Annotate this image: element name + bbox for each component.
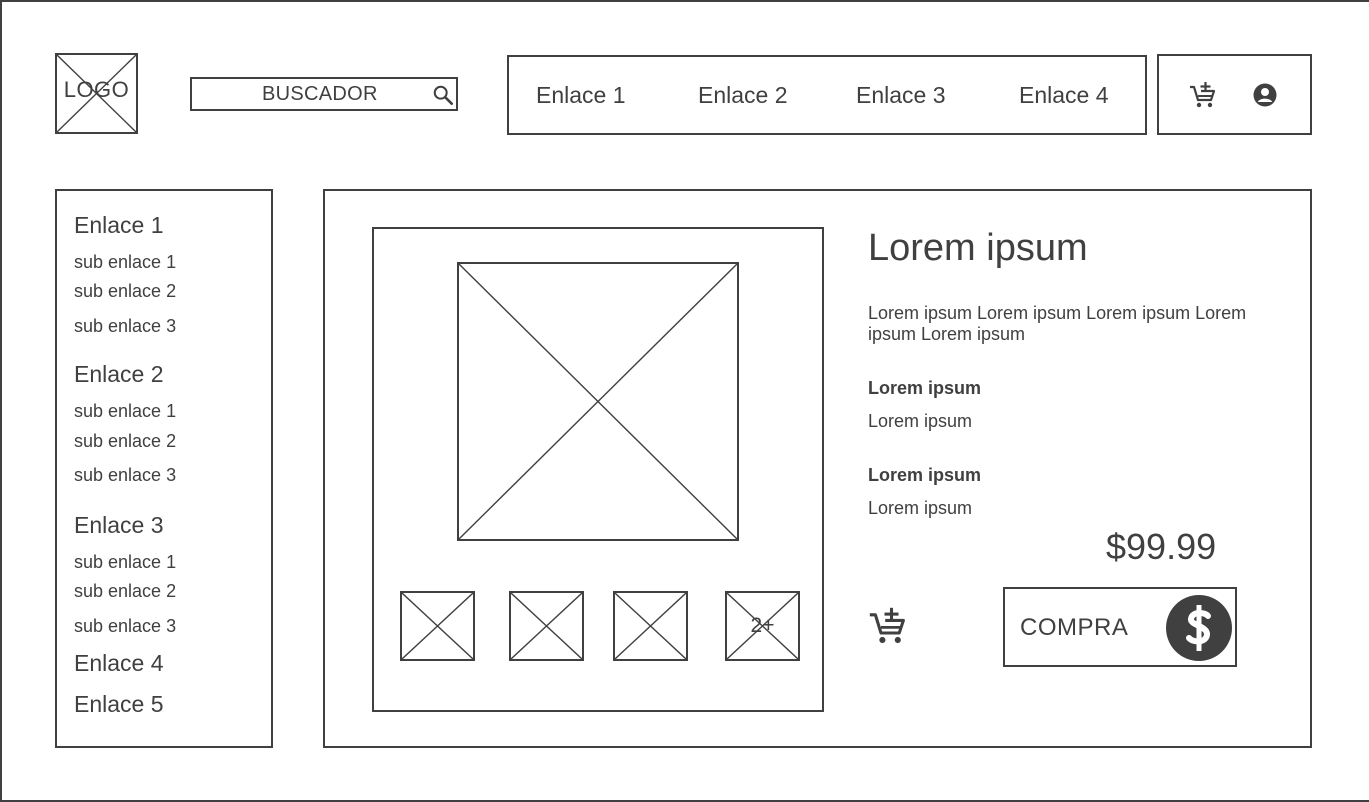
thumbnail-2[interactable] — [509, 591, 584, 661]
sidebar-subitem[interactable]: sub enlace 2 — [74, 581, 176, 602]
image-placeholder-cross — [402, 593, 473, 659]
nav-link-1[interactable]: Enlace 1 — [536, 82, 626, 109]
user-icon[interactable] — [1253, 83, 1277, 107]
add-to-cart-icon[interactable] — [867, 605, 909, 647]
dollar-icon — [1166, 595, 1232, 661]
logo-text: LOGO — [63, 77, 130, 102]
sidebar-subitem[interactable]: sub enlace 3 — [74, 616, 176, 637]
top-navigation: Enlace 1 Enlace 2 Enlace 3 Enlace 4 — [507, 55, 1147, 135]
logo[interactable]: LOGO — [55, 53, 138, 134]
thumbnail-more[interactable]: 2+ — [725, 591, 800, 661]
sidebar-item-enlace-4[interactable]: Enlace 4 — [74, 650, 164, 677]
thumbnail-1[interactable] — [400, 591, 475, 661]
header-icon-bar — [1157, 54, 1312, 135]
sidebar-subitem[interactable]: sub enlace 3 — [74, 465, 176, 486]
spec-value: Lorem ipsum — [868, 411, 973, 431]
sidebar-subitem[interactable]: sub enlace 1 — [74, 552, 176, 573]
product-description: Lorem ipsum Lorem ipsum Lorem ipsum Lore… — [868, 303, 1247, 344]
sidebar-subitem[interactable]: sub enlace 2 — [74, 431, 176, 452]
image-placeholder-cross — [459, 264, 737, 539]
product-title: Lorem ipsum — [868, 227, 1088, 269]
sidebar-item-enlace-2[interactable]: Enlace 2 — [74, 361, 164, 388]
sidebar-subitem[interactable]: sub enlace 3 — [74, 316, 176, 337]
product-price: $99.99 — [1106, 526, 1217, 567]
buy-button-label: COMPRA — [1020, 614, 1129, 641]
sidebar-item-enlace-5[interactable]: Enlace 5 — [74, 691, 164, 718]
product-panel: 2+ Lorem ipsum Lorem ipsum Lorem ipsum L… — [323, 189, 1312, 748]
image-placeholder-cross — [615, 593, 686, 659]
spec-label: Lorem ipsum — [868, 378, 982, 398]
add-to-cart-icon[interactable] — [1188, 80, 1218, 110]
page-frame: LOGO BUSCADOR Enlace 1 Enlace 2 Enlace 3… — [0, 0, 1369, 802]
image-placeholder-cross — [511, 593, 582, 659]
nav-link-3[interactable]: Enlace 3 — [856, 82, 946, 109]
nav-link-4[interactable]: Enlace 4 — [1019, 82, 1109, 109]
buy-button[interactable]: COMPRA — [1003, 587, 1237, 667]
sidebar: Enlace 1 sub enlace 1 sub enlace 2 sub e… — [55, 189, 273, 748]
sidebar-subitem[interactable]: sub enlace 1 — [74, 401, 176, 422]
search-input[interactable]: BUSCADOR — [190, 77, 458, 111]
search-icon[interactable] — [432, 84, 454, 106]
spec-label: Lorem ipsum — [868, 465, 982, 485]
image-gallery: 2+ — [372, 227, 824, 712]
sidebar-subitem[interactable]: sub enlace 2 — [74, 281, 176, 302]
more-images-label: 2+ — [750, 614, 775, 637]
nav-link-2[interactable]: Enlace 2 — [698, 82, 788, 109]
search-placeholder: BUSCADOR — [262, 83, 378, 105]
thumbnail-3[interactable] — [613, 591, 688, 661]
main-product-image[interactable] — [457, 262, 739, 541]
sidebar-item-enlace-1[interactable]: Enlace 1 — [74, 212, 164, 239]
spec-value: Lorem ipsum — [868, 498, 973, 518]
sidebar-item-enlace-3[interactable]: Enlace 3 — [74, 512, 164, 539]
sidebar-subitem[interactable]: sub enlace 1 — [74, 252, 176, 273]
